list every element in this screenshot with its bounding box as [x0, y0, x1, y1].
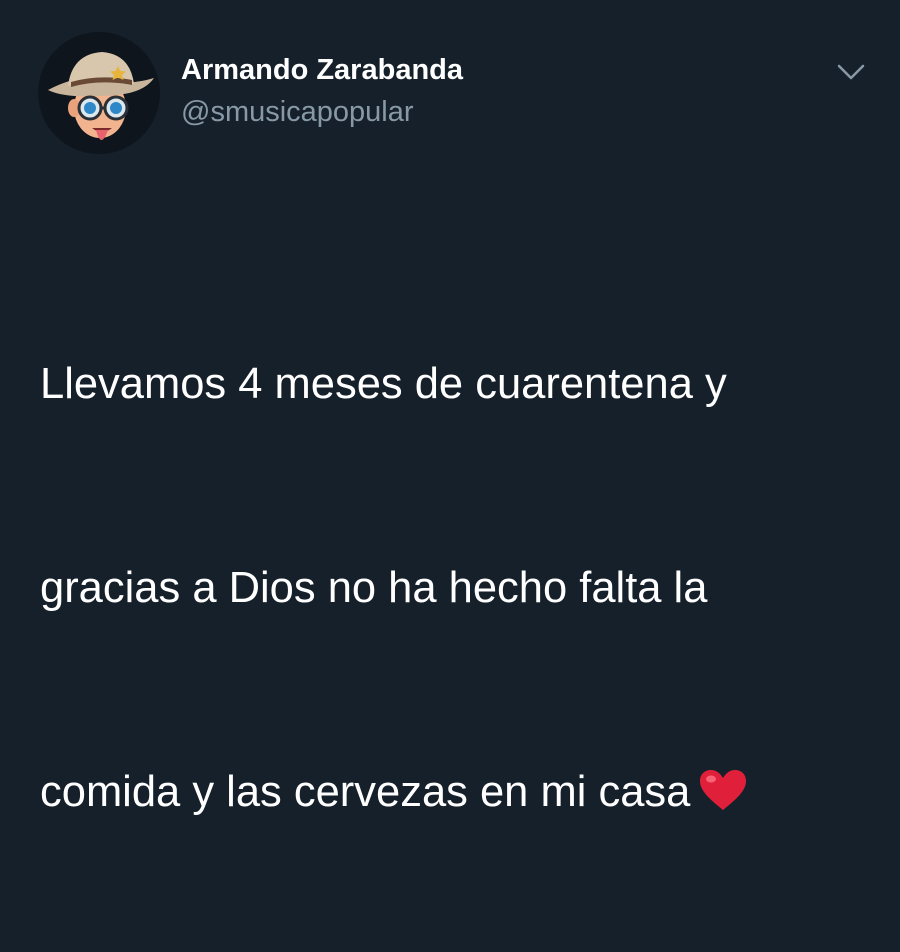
tweet-text-line-2: gracias a Dios no ha hecho falta la [40, 564, 708, 612]
tweet-text-line-3-text: comida y las cervezas en mi casa [40, 768, 691, 816]
tweet-text-line-3: comida y las cervezas en mi casa [40, 758, 880, 826]
tweet-menu-button[interactable] [833, 58, 869, 86]
heart-icon [698, 768, 748, 812]
author-handle[interactable]: @smusicapopular [181, 96, 414, 129]
tweet-card: Armando Zarabanda @smusicapopular Llevam… [0, 0, 900, 816]
chevron-down-icon [837, 64, 865, 80]
tweet-text-line-1: Llevamos 4 meses de cuarentena y [40, 360, 727, 408]
author-display-name[interactable]: Armando Zarabanda [181, 54, 463, 87]
cowboy-memoji-icon [38, 32, 160, 154]
tweet-text: Llevamos 4 meses de cuarentena y gracias… [40, 214, 880, 952]
avatar[interactable] [38, 32, 160, 154]
